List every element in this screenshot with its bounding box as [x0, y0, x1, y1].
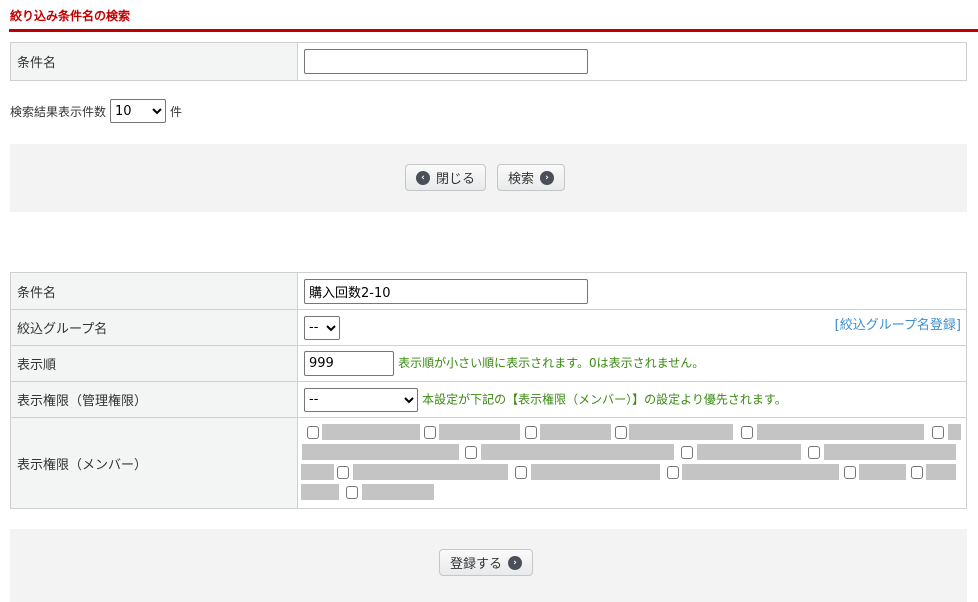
- order-note: 表示順が小さい順に表示されます。0は表示されません。: [398, 356, 705, 370]
- search-table: 条件名: [10, 42, 967, 81]
- member-checkbox[interactable]: [741, 426, 753, 439]
- redacted-member-label: [540, 424, 611, 440]
- redacted-member-label: [301, 484, 339, 500]
- redacted-member-label: [859, 464, 906, 480]
- member-permission-label: 表示権限（メンバー）: [10, 417, 298, 509]
- redacted-member-label: [757, 424, 924, 440]
- title-divider: [9, 29, 978, 32]
- member-checkbox[interactable]: [615, 426, 627, 439]
- member-checkbox[interactable]: [667, 466, 679, 479]
- search-button-bar: ‹ 閉じる 検索 ›: [10, 144, 967, 212]
- page-title: 絞り込み条件名の検索: [10, 9, 131, 23]
- member-checkbox[interactable]: [932, 426, 944, 439]
- condition-name-label: 条件名: [10, 42, 298, 81]
- redacted-member-label: [481, 444, 674, 460]
- redacted-member-label: [926, 464, 956, 480]
- redacted-member-label: [353, 464, 508, 480]
- result-count-unit: 件: [170, 104, 183, 119]
- member-checkbox[interactable]: [424, 426, 436, 439]
- admin-permission-label: 表示権限（管理権限）: [10, 381, 298, 418]
- redacted-member-label: [531, 464, 660, 480]
- admin-permission-note: 本設定が下記の【表示権限（メンバー）】の設定より優先されます。: [422, 392, 787, 406]
- redacted-member-label: [439, 424, 520, 440]
- redacted-member-label: [824, 444, 956, 460]
- group-select[interactable]: --: [304, 315, 340, 340]
- redacted-member-label: [682, 464, 839, 480]
- member-checkbox[interactable]: [808, 446, 820, 459]
- result-count-label: 検索結果表示件数: [10, 104, 107, 119]
- form-condition-label: 条件名: [10, 272, 298, 310]
- member-checkbox[interactable]: [337, 466, 349, 479]
- group-register-link[interactable]: 絞込グループ名登録: [840, 318, 956, 333]
- order-label: 表示順: [10, 345, 298, 382]
- order-input[interactable]: [304, 351, 394, 376]
- close-button[interactable]: ‹ 閉じる: [405, 164, 487, 191]
- chevron-right-icon: ›: [508, 555, 523, 570]
- redacted-member-label: [948, 424, 961, 440]
- condition-name-input[interactable]: [304, 278, 588, 304]
- member-checkbox[interactable]: [681, 446, 693, 459]
- member-checkbox[interactable]: [525, 426, 537, 439]
- search-button[interactable]: 検索 ›: [497, 164, 566, 191]
- chevron-right-icon: ›: [540, 170, 555, 185]
- chevron-left-icon: ‹: [416, 170, 430, 185]
- redacted-member-label: [302, 444, 459, 460]
- search-condition-input[interactable]: [304, 49, 588, 74]
- admin-permission-select[interactable]: --: [304, 387, 418, 412]
- register-button-bar: 登録する ›: [10, 529, 967, 602]
- redacted-member-label: [362, 484, 434, 500]
- member-checkbox[interactable]: [844, 466, 856, 479]
- redacted-member-label: [301, 464, 334, 480]
- member-checkbox[interactable]: [515, 466, 527, 479]
- redacted-member-label: [697, 444, 801, 460]
- group-label: 絞込グループ名: [10, 309, 298, 346]
- redacted-member-label: [629, 424, 733, 440]
- member-checkbox[interactable]: [465, 446, 477, 459]
- register-button[interactable]: 登録する ›: [439, 549, 534, 576]
- redacted-member-label: [322, 424, 420, 440]
- member-checkbox[interactable]: [911, 466, 923, 479]
- result-count-select[interactable]: 10: [110, 99, 167, 123]
- member-checkbox[interactable]: [307, 426, 319, 439]
- member-checkbox[interactable]: [346, 486, 358, 499]
